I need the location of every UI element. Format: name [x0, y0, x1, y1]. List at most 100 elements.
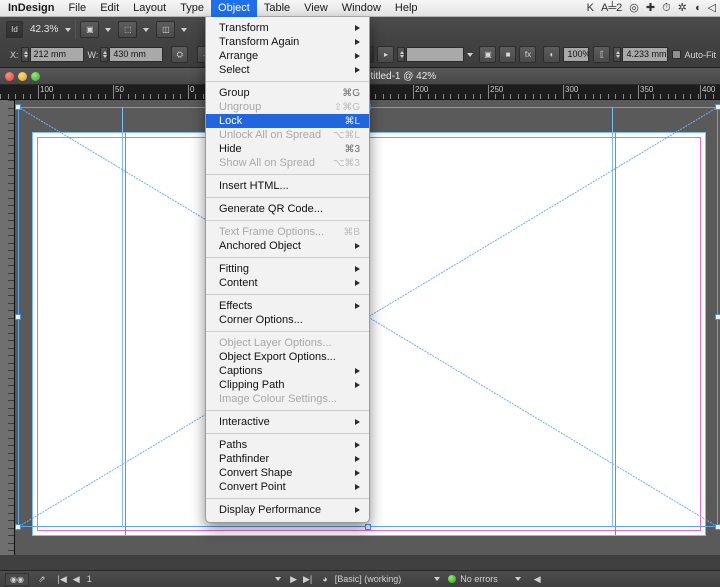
submenu-arrow-icon	[355, 67, 360, 73]
effects-fx-icon[interactable]: fx	[519, 46, 537, 63]
menu-item-hide[interactable]: Hide ⌘3	[206, 142, 369, 156]
opacity-icon[interactable]: ◐	[543, 46, 561, 63]
menu-item-content[interactable]: Content	[206, 276, 369, 290]
preflight-toggle-button[interactable]: ◉◉	[5, 572, 29, 586]
menu-item-clipping-path[interactable]: Clipping Path	[206, 378, 369, 392]
menu-item-corner-options[interactable]: Corner Options...	[206, 313, 369, 327]
frame-fitting-icon[interactable]: ⬚	[118, 21, 138, 38]
preflight-profile-label[interactable]: [Basic] (working)	[335, 574, 402, 584]
menu-item-interactive[interactable]: Interactive	[206, 415, 369, 429]
reference-dropdown-icon[interactable]	[105, 27, 112, 32]
menu-item-object-export-options[interactable]: Object Export Options...	[206, 350, 369, 364]
menu-edit[interactable]: Edit	[93, 0, 126, 17]
handle-bottom-center[interactable]	[365, 524, 371, 530]
stroke-weight-stepper[interactable]	[613, 47, 622, 62]
submenu-arrow-icon	[355, 266, 360, 272]
menu-item-display-performance[interactable]: Display Performance	[206, 503, 369, 517]
align-dropdown-icon[interactable]	[181, 27, 188, 32]
zoom-dropdown-icon[interactable]	[65, 27, 72, 32]
first-page-button[interactable]: |◀	[58, 574, 67, 585]
menu-item-select[interactable]: Select	[206, 63, 369, 77]
vertical-ruler[interactable]	[0, 100, 15, 555]
error-dropdown-icon[interactable]	[514, 577, 521, 581]
timemachine-icon[interactable]: ⏱	[662, 0, 671, 17]
menu-item-label: Show All on Spread	[219, 157, 316, 169]
menu-item-text-frame-options: Text Frame Options... ⌘B	[206, 225, 369, 239]
last-page-button[interactable]: ▶|	[303, 574, 312, 585]
opacity-field[interactable]: 100%	[563, 47, 590, 62]
preflight-status-icon[interactable]: ◕	[322, 574, 327, 584]
menu-item-unlock-all-on-spread: Unlock All on Spread ⌥⌘L	[206, 128, 369, 142]
menu-item-generate-qr-code[interactable]: Generate QR Code...	[206, 202, 369, 216]
prev-page-button[interactable]: ◀	[73, 574, 80, 585]
error-status-label[interactable]: No errors	[460, 574, 498, 584]
handle-middle-right[interactable]	[715, 314, 720, 320]
stroke-align-icon[interactable]: ⟦	[593, 46, 611, 63]
volume-icon[interactable]: ◁	[708, 0, 716, 17]
menu-item-label: Object Export Options...	[219, 351, 336, 363]
reference-point-icon[interactable]: ▣	[80, 21, 100, 38]
stroke-swatch-icon[interactable]: ▣	[479, 46, 497, 63]
dropbox-icon[interactable]: ◎	[629, 0, 639, 17]
stroke-style-stepper[interactable]	[397, 47, 406, 62]
handle-middle-left[interactable]	[15, 314, 21, 320]
align-panel-icon[interactable]: ◫	[156, 21, 176, 38]
menu-item-convert-point[interactable]: Convert Point	[206, 480, 369, 494]
menu-help[interactable]: Help	[388, 0, 425, 17]
stroke-weight-field[interactable]: 4.233 mm	[622, 47, 669, 62]
next-page-button[interactable]: ▶	[290, 574, 297, 585]
menu-item-insert-html[interactable]: Insert HTML...	[206, 179, 369, 193]
handle-bottom-left[interactable]	[15, 524, 21, 530]
menu-item-label: Convert Point	[219, 481, 286, 493]
health-icon[interactable]: ✚	[646, 0, 655, 17]
object-dropdown-menu[interactable]: Transform Transform Again Arrange Select Gro…	[205, 17, 370, 523]
bluetooth-icon[interactable]: ✲	[678, 0, 687, 17]
reveal-in-finder-icon[interactable]: ⇗	[38, 574, 46, 585]
menu-item-captions[interactable]: Captions	[206, 364, 369, 378]
preflight-dropdown-icon[interactable]	[434, 577, 441, 581]
menu-file[interactable]: File	[61, 0, 93, 17]
ruler-label-400: 400	[702, 85, 716, 94]
menu-item-fitting[interactable]: Fitting	[206, 262, 369, 276]
handle-bottom-right[interactable]	[715, 524, 720, 530]
menu-item-pathfinder[interactable]: Pathfinder	[206, 452, 369, 466]
menu-item-paths[interactable]: Paths	[206, 438, 369, 452]
page-dropdown-icon[interactable]	[275, 577, 282, 581]
menu-item-arrange[interactable]: Arrange	[206, 49, 369, 63]
menu-window[interactable]: Window	[335, 0, 388, 17]
wifi-icon[interactable]: ◖	[694, 0, 701, 17]
zoom-level-value[interactable]: 42.3%	[30, 24, 58, 35]
menu-item-image-colour-settings: Image Colour Settings...	[206, 392, 369, 406]
menu-table[interactable]: Table	[257, 0, 297, 17]
fitting-dropdown-icon[interactable]	[143, 27, 150, 32]
menu-item-anchored-object[interactable]: Anchored Object	[206, 239, 369, 253]
menu-divider	[206, 220, 369, 221]
handle-top-right[interactable]	[715, 104, 720, 110]
stroke-style-dropdown-icon[interactable]	[467, 52, 474, 57]
menu-item-transform-again[interactable]: Transform Again	[206, 35, 369, 49]
display-icon[interactable]: A╧2	[601, 0, 622, 17]
menu-view[interactable]: View	[297, 0, 335, 17]
menu-item-effects[interactable]: Effects	[206, 299, 369, 313]
menu-item-convert-shape[interactable]: Convert Shape	[206, 466, 369, 480]
scroll-left-icon[interactable]: ◀	[534, 574, 541, 585]
menu-divider	[206, 197, 369, 198]
keyboard-icon[interactable]: K	[587, 0, 594, 17]
autofit-checkbox[interactable]	[672, 50, 682, 59]
ruler-label-300: 300	[565, 85, 579, 94]
menu-item-transform[interactable]: Transform	[206, 21, 369, 35]
menu-item-lock[interactable]: Lock ⌘L	[206, 114, 369, 128]
stroke-style-field[interactable]	[406, 47, 465, 62]
menu-item-label: Convert Shape	[219, 467, 293, 479]
submenu-arrow-icon	[355, 382, 360, 388]
help-dropdown-icon[interactable]: ▸	[377, 46, 395, 63]
menu-item-group[interactable]: Group ⌘G	[206, 86, 369, 100]
menu-object[interactable]: Object	[211, 0, 257, 17]
menu-divider	[206, 410, 369, 411]
page-number-field[interactable]: 1	[87, 574, 92, 584]
fill-swatch-icon[interactable]: ■	[499, 46, 517, 63]
menu-layout[interactable]: Layout	[126, 0, 173, 17]
handle-top-left[interactable]	[15, 104, 21, 110]
menu-type[interactable]: Type	[173, 0, 211, 17]
menu-app-indesign[interactable]: InDesign	[0, 0, 61, 17]
